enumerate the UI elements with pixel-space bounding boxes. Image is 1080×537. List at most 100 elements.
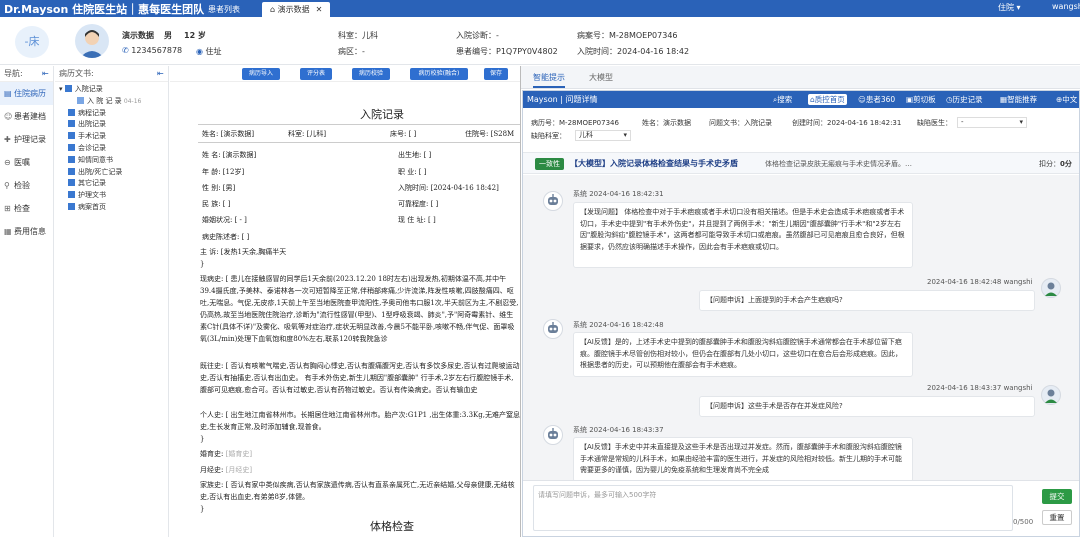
tree-header: 病历文书: ⇤ (55, 66, 168, 82)
message-meta: 2024-04-16 18:43:37 wangshi (927, 384, 1033, 392)
nav-item-patient-file[interactable]: ☺ 患者建档 (0, 105, 53, 128)
info-case-no: 病历号：M-28MOEP07346 (531, 119, 619, 127)
tab-large-model[interactable]: 大模型 (589, 72, 613, 83)
family-history-close: } (200, 505, 205, 513)
record-check-button[interactable]: 病历校验 (352, 68, 390, 80)
home-icon: ⌂ (270, 5, 278, 14)
chief-complaint[interactable]: 主 诉: [发热1天余,胸痛半天} (200, 246, 520, 270)
phone-icon: ✆ (122, 46, 132, 55)
collapse-icon[interactable]: ⇤ (157, 66, 164, 82)
message-bubble: 【AI反馈】是的，上述手术史中提到的腹部囊肿手术和腹股沟斜疝腹腔镜手术通常都会在… (573, 332, 913, 377)
score-table-button[interactable]: 评分表 (300, 68, 332, 80)
robot-icon (543, 319, 563, 339)
user-name[interactable]: wangshi (1052, 2, 1080, 11)
tree-node-admission[interactable]: ▾ 入院记录 (59, 84, 168, 96)
menstrual-history[interactable]: 月经史: [月经史] (200, 464, 520, 476)
tree-node-discharge[interactable]: 出院记录 (59, 119, 168, 131)
field-age[interactable]: 年 龄: [12岁] (202, 167, 244, 177)
field-marital[interactable]: 婚姻状况: [ - ] (202, 215, 247, 225)
personal-history-close: } (200, 435, 205, 443)
folder-icon (68, 202, 75, 210)
folder-icon (68, 179, 75, 187)
doc-toolbar: 病历导入 评分表 病历校验 病历校验(融合) 保存 (170, 66, 520, 82)
family-history[interactable]: 家族史: [ 否认有家中类似疾病,否认有家族遗传病,否认有直系亲属死亡,无近亲结… (200, 479, 520, 503)
tab-demo-data[interactable]: ⌂ 演示数据 ✕ (262, 2, 331, 17)
tree-node-consent[interactable]: 知情同意书 (59, 155, 168, 167)
menu-recommend[interactable]: ▦智能推荐 (1000, 94, 1037, 105)
issue-summary[interactable]: 一致性 【大模型】入院记录体格检查结果与手术史矛盾 体格检查记录皮肤无瘢痕与手术… (523, 152, 1079, 174)
present-illness[interactable]: 现病史: [ 患儿在接触感冒的同学后1天余前(2023.12.20 18时左右)… (200, 273, 520, 363)
field-reliability[interactable]: 可靠程度: [ ] (398, 199, 438, 209)
splitter[interactable] (520, 66, 521, 537)
import-record-button[interactable]: 病历导入 (242, 68, 280, 80)
address[interactable]: ◉ 住址 (196, 46, 222, 57)
chat-thread: 系统 2024-04-16 18:42:31 【发现问题】 体格检查中对于手术疤… (523, 175, 1079, 480)
collapse-icon[interactable]: ⇤ (42, 66, 49, 82)
menu-search[interactable]: ⌕搜索 (773, 94, 792, 105)
personal-history[interactable]: 个人史: [ 出生地江南省林州市。长期居住地江南省林州市。胎产次:G1P1 ,出… (200, 409, 520, 433)
marriage-history[interactable]: 婚育史: [婚育史] (200, 448, 520, 460)
tree-node-nursing-docs[interactable]: 护理文书 (59, 190, 168, 202)
field-sex[interactable]: 性 别: [男] (202, 183, 235, 193)
header-bed: 床号: [ ] (390, 130, 417, 138)
tree-node-other[interactable]: 其它记录 (59, 178, 168, 190)
submit-button[interactable]: 提交 (1042, 489, 1072, 504)
issue-title: 【大模型】入院记录体格检查结果与手术史矛盾 (570, 159, 738, 168)
chevron-down-icon[interactable]: ▾ (59, 85, 63, 93)
folder-icon (68, 155, 75, 163)
nav-item-lab[interactable]: ⚲ 检验 (0, 174, 53, 197)
tree-node-admission-record[interactable]: 入 院 记 录 04-16 (59, 96, 168, 108)
menu-patient-360[interactable]: ☺患者360 (858, 94, 895, 105)
panel-title: Mayson | 问题详情 (527, 95, 598, 104)
info-created: 创建时间：2024-04-16 18:42:31 (792, 119, 902, 127)
tab-patient-list[interactable]: 患者列表 (200, 2, 248, 17)
phone: ✆ 1234567878 (122, 46, 183, 55)
care-icon: ✚ (4, 135, 11, 144)
menu-history[interactable]: ◷历史记录 (946, 94, 983, 105)
message-meta: 系统 2024-04-16 18:42:48 (573, 321, 664, 329)
message-meta: 系统 2024-04-16 18:43:37 (573, 426, 664, 434)
defect-doctor-select[interactable]: - ▾ (957, 117, 1027, 128)
field-narrator[interactable]: 病史陈述者: [ ] (202, 232, 249, 242)
folder-icon (68, 132, 75, 140)
case-number: 病案号：M-28MOEP07346 (577, 31, 678, 40)
appeal-textarea[interactable]: 请填写问题申诉，最多可输入500字符 (533, 485, 1013, 531)
save-button[interactable]: 保存 (484, 68, 508, 80)
nav-item-inpatient-records[interactable]: ▤ 住院病历 (0, 82, 53, 105)
past-history[interactable]: 既往史: [ 否认有咳嗽气喘史,否认有胸闷心悸史,否认有腹痛腹泻史,否认有多饮多… (200, 360, 520, 396)
tab-smart-tips[interactable]: 智能提示 (533, 72, 565, 88)
message-bubble: 【问题申诉】这些手术是否存在并发症风险? (699, 396, 1035, 417)
avatar (75, 24, 109, 58)
field-birthplace[interactable]: 出生地: [ ] (398, 150, 431, 160)
menu-language[interactable]: ⊕中文 (1056, 94, 1077, 105)
nav-item-nursing[interactable]: ✚ 护理记录 (0, 128, 53, 151)
nav-item-orders[interactable]: ⊖ 医嘱 (0, 151, 53, 174)
close-icon[interactable]: ✕ (316, 5, 323, 14)
user-avatar (1041, 385, 1061, 405)
nav-item-fees[interactable]: ▦ 费用信息 (0, 220, 53, 243)
tree-node-discharge-death[interactable]: 出院/死亡记录 (59, 167, 168, 179)
field-occupation[interactable]: 职 业: [ ] (398, 167, 427, 177)
record-check-fusion-button[interactable]: 病历校验(融合) (410, 68, 468, 80)
nav-header: 导航: ⇤ (0, 66, 53, 82)
nav-item-exam[interactable]: ⊞ 检查 (0, 197, 53, 220)
field-address[interactable]: 现 住 址: [ ] (398, 215, 436, 225)
tree-node-consult[interactable]: 会诊记录 (59, 143, 168, 155)
char-counter: 0/500 (1013, 518, 1034, 526)
tree-node-surgery[interactable]: 手术记录 (59, 131, 168, 143)
tree-node-front-page[interactable]: 病案首页 (59, 202, 168, 214)
tree-node-progress[interactable]: 病程记录 (59, 108, 168, 120)
menu-clipboard[interactable]: ▣剪切板 (906, 94, 936, 105)
document-editor[interactable]: 病历导入 评分表 病历校验 病历校验(融合) 保存 入院记录 姓名: [演示数据… (170, 66, 520, 537)
hospital-selector[interactable]: 住院 ▾ (998, 2, 1021, 13)
tab-label: 患者列表 (208, 5, 240, 14)
app-brand: Dr.Mayson 住院医生站｜惠每医生团队 (4, 3, 205, 16)
menu-qc-home[interactable]: ⌂质控首页 (808, 94, 847, 105)
field-ethnicity[interactable]: 民 族: [ ] (202, 199, 231, 209)
folder-icon (64, 85, 72, 92)
field-admit-time[interactable]: 入院时间: [2024-04-16 18:42] (398, 183, 499, 193)
reset-button[interactable]: 重置 (1042, 510, 1072, 525)
defect-dept-select[interactable]: 儿科 ▾ (575, 130, 631, 141)
folder-icon (68, 120, 75, 128)
field-name[interactable]: 姓 名: [演示数据] (202, 150, 256, 160)
